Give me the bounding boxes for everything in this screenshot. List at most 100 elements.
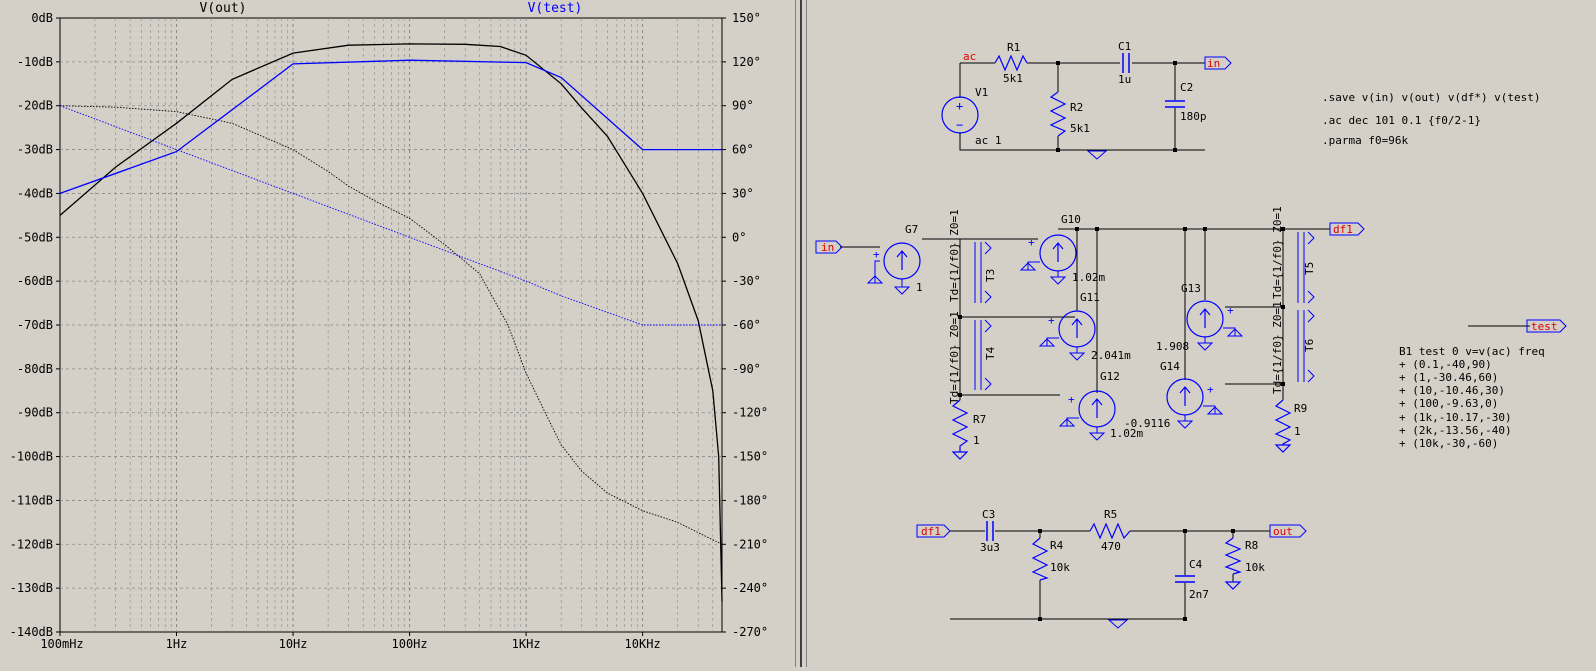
svg-text:Td={1/f0} Z0=1: Td={1/f0} Z0=1 (1271, 206, 1284, 299)
svg-text:out: out (1273, 525, 1293, 538)
x-tick-label: 10Hz (279, 637, 308, 651)
left-tick-label: -130dB (10, 581, 53, 595)
x-tick-label: 1Hz (166, 637, 188, 651)
schematic[interactable]: + − V1 ac 1 ac R1 5k1 R2 5k1 C1 1u C2 18… (807, 0, 1596, 667)
net-label-ac: ac (963, 50, 976, 63)
svg-text:+: + (1048, 314, 1055, 327)
svg-text:+ (1,-30.46,60): + (1,-30.46,60) (1399, 371, 1498, 384)
component-T6[interactable]: T6 Td={1/f0} Z0=1 (1271, 301, 1316, 394)
svg-text:test: test (1531, 320, 1558, 333)
svg-text:df1: df1 (921, 525, 941, 538)
right-tick-label: -240° (732, 581, 768, 595)
net-flag-test[interactable]: test (1526, 319, 1567, 333)
component-R7[interactable]: R7 1 (951, 399, 986, 460)
svg-text:R8: R8 (1245, 539, 1258, 552)
component-V1[interactable]: + − V1 ac 1 (941, 86, 1002, 147)
trace-label-vtest[interactable]: V(test) (528, 1, 583, 16)
svg-text:+: + (1028, 236, 1035, 249)
net-flag-in-top[interactable]: in (1204, 56, 1232, 70)
right-tick-label: 0° (732, 230, 746, 244)
right-tick-label: 60° (732, 143, 754, 157)
left-tick-label: -30dB (17, 143, 53, 157)
svg-text:+ (0.1,-40,90): + (0.1,-40,90) (1399, 358, 1492, 371)
component-R8[interactable]: R8 10k (1224, 537, 1265, 590)
svg-text:10k: 10k (1050, 561, 1070, 574)
net-flag-out[interactable]: out (1269, 524, 1307, 538)
V1-name: V1 (975, 86, 988, 99)
bode-plot[interactable]: 0dB -10dB -20dB -30dB -40dB -50dB -60dB -70dB -8… (0, 0, 795, 667)
right-tick-label: 120° (732, 55, 761, 69)
component-R5[interactable]: R5 470 (1089, 508, 1131, 553)
svg-text:T6: T6 (1303, 339, 1316, 352)
component-R1[interactable]: R1 5k1 (994, 41, 1028, 85)
schematic-pane[interactable]: + − V1 ac 1 ac R1 5k1 R2 5k1 C1 1u C2 18… (807, 0, 1596, 667)
svg-text:R7: R7 (973, 413, 986, 426)
svg-text:df1: df1 (1333, 223, 1353, 236)
pane-splitter[interactable] (795, 0, 807, 667)
svg-text:1: 1 (1294, 425, 1301, 438)
svg-text:+: + (873, 248, 880, 261)
C1-name: C1 (1118, 40, 1131, 53)
svg-text:10k: 10k (1245, 561, 1265, 574)
x-tick-label: 10KHz (625, 637, 661, 651)
directive-save[interactable]: .save v(in) v(out) v(df*) v(test) (1322, 91, 1541, 104)
right-tick-label: -150° (732, 450, 768, 464)
R2-value: 5k1 (1070, 122, 1090, 135)
left-tick-label: -10dB (17, 55, 53, 69)
G7-value: 1 (916, 281, 923, 294)
component-T4[interactable]: T4 Td={1/f0} Z0=1 (948, 311, 997, 404)
svg-text:R4: R4 (1050, 539, 1064, 552)
right-tick-label: -90° (732, 362, 761, 376)
net-flag-df1-mid[interactable]: df1 (1329, 222, 1365, 236)
right-tick-label: -60° (732, 318, 761, 332)
svg-text:T3: T3 (984, 269, 997, 282)
spice-directives[interactable]: .save v(in) v(out) v(df*) v(test) .ac de… (1322, 91, 1541, 147)
svg-text:470: 470 (1101, 540, 1121, 553)
component-C4[interactable]: C4 2n7 (1175, 558, 1209, 601)
svg-text:2n7: 2n7 (1189, 588, 1209, 601)
svg-text:+ (100,-9.63,0): + (100,-9.63,0) (1399, 397, 1498, 410)
component-G14[interactable]: + G14 -0.9116 (1124, 360, 1224, 430)
trace-label-vout[interactable]: V(out) (200, 1, 247, 16)
x-tick-label: 1KHz (512, 637, 541, 651)
component-T5[interactable]: T5 Td={1/f0} Z0=1 (1271, 206, 1316, 304)
right-tick-label: -270° (732, 625, 768, 639)
svg-text:−: − (956, 118, 963, 132)
right-tick-label: 150° (732, 11, 761, 25)
right-tick-label: -30° (732, 274, 761, 288)
R1-value: 5k1 (1003, 72, 1023, 85)
left-tick-label: 0dB (31, 11, 53, 25)
net-flag-in-mid[interactable]: in (815, 240, 843, 254)
component-R4[interactable]: R4 10k (1031, 537, 1070, 581)
left-tick-label: -90dB (17, 406, 53, 420)
svg-text:R9: R9 (1294, 402, 1307, 415)
component-T3[interactable]: T3 Td={1/f0} Z0=1 (948, 209, 997, 304)
right-axis: 150° 120° 90° 60° 30° 0° -30° -60° -90° -120° -150… (722, 11, 768, 639)
component-R9[interactable]: R9 1 (1274, 399, 1307, 453)
svg-text:1.02m: 1.02m (1072, 271, 1105, 284)
svg-text:C3: C3 (982, 508, 995, 521)
svg-text:G13: G13 (1181, 282, 1201, 295)
directive-ac[interactable]: .ac dec 101 0.1 {f0/2-1} (1322, 114, 1481, 127)
G7-name: G7 (905, 223, 918, 236)
left-tick-label: -80dB (17, 362, 53, 376)
directive-param[interactable]: .parma f0=96k (1322, 134, 1408, 147)
svg-text:T4: T4 (984, 346, 997, 360)
component-R2[interactable]: R2 5k1 (1049, 91, 1090, 137)
component-G10[interactable]: + G10 1.02m (1019, 213, 1105, 285)
left-tick-label: -20dB (17, 99, 53, 113)
component-C2[interactable]: C2 180p (1165, 81, 1207, 123)
component-G11[interactable]: + G11 2.041m (1038, 291, 1131, 362)
component-G7[interactable]: + G7 1 (866, 223, 923, 295)
svg-text:1: 1 (973, 434, 980, 447)
svg-text:in: in (1207, 57, 1220, 70)
svg-text:R5: R5 (1104, 508, 1117, 521)
waveform-plot-pane[interactable]: 0dB -10dB -20dB -30dB -40dB -50dB -60dB -70dB -8… (0, 0, 795, 667)
net-flag-df1-bottom[interactable]: df1 (916, 524, 951, 538)
right-tick-label: 90° (732, 99, 754, 113)
splitter-line (800, 0, 802, 667)
component-G13[interactable]: + G13 1.908 (1156, 282, 1244, 353)
behavioral-source-B1[interactable]: B1 test 0 v=v(ac) freq + (0.1,-40,90) + … (1399, 345, 1545, 450)
svg-text:C4: C4 (1189, 558, 1203, 571)
left-tick-label: -120dB (10, 537, 53, 551)
